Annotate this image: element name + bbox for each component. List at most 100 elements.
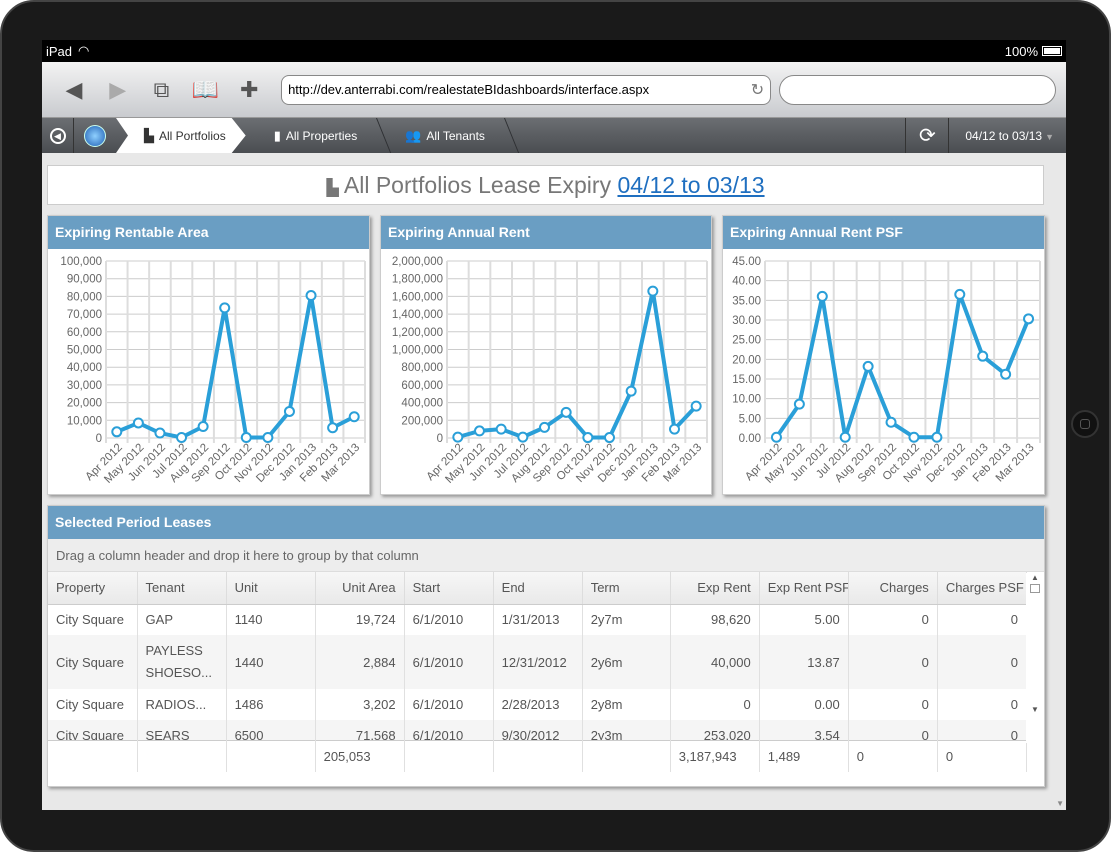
column-header[interactable]: Charges PSF bbox=[937, 572, 1027, 605]
tabs-icon[interactable]: ⧉ bbox=[140, 77, 184, 103]
crumb-label: All Tenants bbox=[426, 128, 485, 143]
column-header[interactable]: Exp Rent bbox=[670, 572, 760, 605]
total-cell bbox=[137, 740, 227, 772]
data-point[interactable] bbox=[977, 350, 989, 362]
data-point[interactable] bbox=[669, 423, 680, 435]
data-point[interactable] bbox=[1023, 313, 1035, 325]
scroll-up-icon[interactable]: ▲ bbox=[1026, 573, 1044, 582]
data-point[interactable] bbox=[862, 360, 874, 372]
data-point[interactable] bbox=[560, 406, 572, 418]
table-row[interactable]: City Square RADIOS... 1486 3,202 6/1/2010 2/2… bbox=[48, 689, 1027, 720]
data-point[interactable] bbox=[770, 431, 782, 443]
data-point[interactable] bbox=[132, 417, 144, 429]
group-drop-area[interactable]: Drag a column header and drop it here to… bbox=[48, 539, 1044, 572]
data-point[interactable] bbox=[197, 420, 209, 432]
url-field[interactable]: http://dev.anterrabi.com/realestateBIdas… bbox=[281, 74, 772, 105]
table-row[interactable]: City Square PAYLESS SHOESO... 1440 2,884 6/1… bbox=[48, 635, 1027, 689]
data-point[interactable] bbox=[305, 290, 317, 302]
data-point[interactable] bbox=[495, 423, 507, 435]
chart-panel-rent-psf: Expiring Annual Rent PSF 0.00 5.00 10.00 15… bbox=[722, 215, 1045, 495]
table-cell: PAYLESS SHOESO... bbox=[137, 635, 227, 689]
data-point[interactable] bbox=[517, 431, 529, 443]
crumb-all-properties[interactable]: ▮ All Properties bbox=[246, 118, 378, 153]
y-tick-label: 30,000 bbox=[67, 380, 102, 392]
crumb-all-portfolios[interactable]: ▙ All Portfolios bbox=[116, 118, 246, 153]
y-tick-label: 35.00 bbox=[732, 295, 761, 307]
y-tick-label: 90,000 bbox=[67, 274, 102, 286]
app-logo[interactable] bbox=[74, 124, 116, 147]
column-header[interactable]: Tenant bbox=[137, 572, 227, 605]
refresh-icon[interactable]: ⟳ bbox=[905, 118, 950, 153]
y-tick-label: 50,000 bbox=[67, 345, 102, 357]
column-header[interactable]: Unit bbox=[226, 572, 316, 605]
data-point[interactable] bbox=[839, 431, 851, 443]
data-point[interactable] bbox=[176, 431, 188, 443]
data-point[interactable] bbox=[111, 426, 123, 438]
data-point[interactable] bbox=[348, 411, 360, 423]
total-cell: 0 bbox=[937, 740, 1028, 772]
data-point[interactable] bbox=[1000, 368, 1012, 380]
data-point[interactable] bbox=[582, 432, 594, 444]
data-point[interactable] bbox=[647, 285, 659, 297]
status-bar: iPad ◠ 100% bbox=[42, 40, 1066, 62]
column-header[interactable]: End bbox=[493, 572, 583, 605]
y-tick-label: 5.00 bbox=[739, 413, 761, 425]
data-point[interactable] bbox=[954, 288, 966, 300]
table-row[interactable]: City Square SEARS 6500 71,568 6/1/2010 9/30/2… bbox=[48, 720, 1027, 740]
data-point[interactable] bbox=[908, 431, 920, 443]
date-range-link[interactable]: 04/12 to 03/13 bbox=[617, 172, 764, 198]
data-point[interactable] bbox=[327, 422, 339, 434]
home-button[interactable] bbox=[1071, 410, 1099, 438]
data-point[interactable] bbox=[240, 431, 252, 443]
nav-back-button[interactable]: ◀ bbox=[42, 118, 74, 153]
bookmarks-icon[interactable]: 📖 bbox=[183, 77, 227, 103]
data-point[interactable] bbox=[262, 431, 274, 443]
table-cell: 6/1/2010 bbox=[404, 689, 494, 720]
data-point[interactable] bbox=[219, 302, 231, 314]
crumb-all-tenants[interactable]: 👥 All Tenants bbox=[377, 118, 505, 153]
column-header[interactable]: Property bbox=[48, 572, 138, 605]
table-cell: City Square bbox=[48, 635, 138, 689]
data-point[interactable] bbox=[690, 400, 702, 412]
page-scroll-down-icon[interactable]: ▼ bbox=[1056, 799, 1064, 808]
total-cell: 3,187,943 bbox=[670, 740, 760, 772]
data-point[interactable] bbox=[793, 398, 805, 410]
y-tick-label: 1,800,000 bbox=[392, 274, 443, 286]
date-range-select[interactable]: 04/12 to 03/13 ▼ bbox=[949, 129, 1066, 143]
data-point[interactable] bbox=[885, 416, 897, 428]
scroll-down-icon[interactable]: ▼ bbox=[1026, 705, 1044, 714]
data-point[interactable] bbox=[539, 421, 550, 433]
column-header[interactable]: Unit Area bbox=[315, 572, 405, 605]
data-point[interactable] bbox=[154, 427, 166, 439]
scroll-thumb[interactable] bbox=[1030, 584, 1040, 593]
column-header[interactable]: Exp Rent PSF bbox=[759, 572, 849, 605]
y-tick-label: 400,000 bbox=[401, 398, 443, 410]
forward-icon[interactable]: ▶ bbox=[96, 77, 140, 103]
title-text: All Portfolios Lease Expiry bbox=[343, 172, 612, 198]
table-cell: 0 bbox=[848, 635, 938, 689]
reload-icon[interactable]: ↻ bbox=[751, 80, 764, 100]
y-tick-label: 1,400,000 bbox=[392, 309, 443, 321]
column-header[interactable]: Charges bbox=[848, 572, 938, 605]
grid-scrollbar[interactable]: ▲ ▼ bbox=[1026, 573, 1044, 743]
data-point[interactable] bbox=[816, 290, 828, 302]
data-point[interactable] bbox=[604, 432, 615, 444]
totals-table: 205,053 3,187,943 1,489 0 0 bbox=[48, 740, 1028, 772]
data-point[interactable] bbox=[452, 431, 464, 443]
table-cell: GAP bbox=[137, 604, 227, 635]
column-header[interactable]: Term bbox=[582, 572, 671, 605]
back-icon[interactable]: ◀ bbox=[52, 77, 96, 103]
data-point[interactable] bbox=[625, 385, 637, 397]
column-header[interactable]: Start bbox=[404, 572, 494, 605]
table-cell: 0 bbox=[937, 604, 1027, 635]
search-input[interactable] bbox=[779, 74, 1056, 105]
data-point[interactable] bbox=[474, 425, 485, 437]
y-tick-label: 25.00 bbox=[732, 335, 761, 347]
table-cell: 2/28/2013 bbox=[493, 689, 583, 720]
add-icon[interactable]: ✚ bbox=[227, 77, 271, 103]
data-point[interactable] bbox=[283, 405, 295, 417]
data-point[interactable] bbox=[931, 431, 943, 443]
table-cell: 2y7m bbox=[582, 604, 671, 635]
table-row[interactable]: City Square GAP 1140 19,724 6/1/2010 1/31/201… bbox=[48, 604, 1027, 635]
page-title: ▙ All Portfolios Lease Expiry 04/12 to 0… bbox=[47, 165, 1044, 205]
